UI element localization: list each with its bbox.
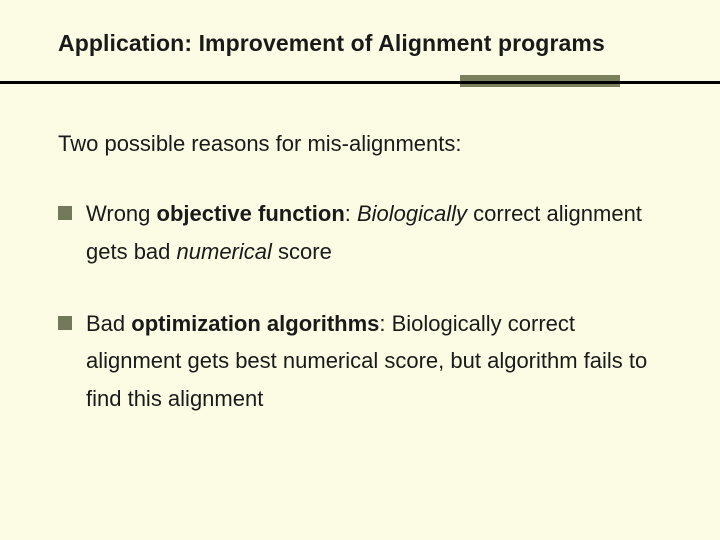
- bullet-after-term: :: [345, 201, 357, 226]
- bullet-tail: score: [272, 239, 332, 264]
- bullet-lead: Wrong: [86, 201, 157, 226]
- bullet-list: Wrong objective function: Biologically c…: [58, 195, 662, 418]
- title-divider: [58, 75, 662, 93]
- list-item: Wrong objective function: Biologically c…: [58, 195, 662, 271]
- bullet-em1: Biologically: [357, 201, 467, 226]
- slide: Application: Improvement of Alignment pr…: [0, 0, 720, 540]
- intro-text: Two possible reasons for mis-alignments:: [58, 131, 662, 157]
- bullet-term: optimization algorithms: [131, 311, 379, 336]
- list-item: Bad optimization algorithms: Biologicall…: [58, 305, 662, 418]
- bullet-em2: numerical: [177, 239, 272, 264]
- slide-title: Application: Improvement of Alignment pr…: [58, 30, 662, 57]
- bullet-lead: Bad: [86, 311, 131, 336]
- bullet-term: objective function: [157, 201, 345, 226]
- divider-line: [0, 81, 720, 84]
